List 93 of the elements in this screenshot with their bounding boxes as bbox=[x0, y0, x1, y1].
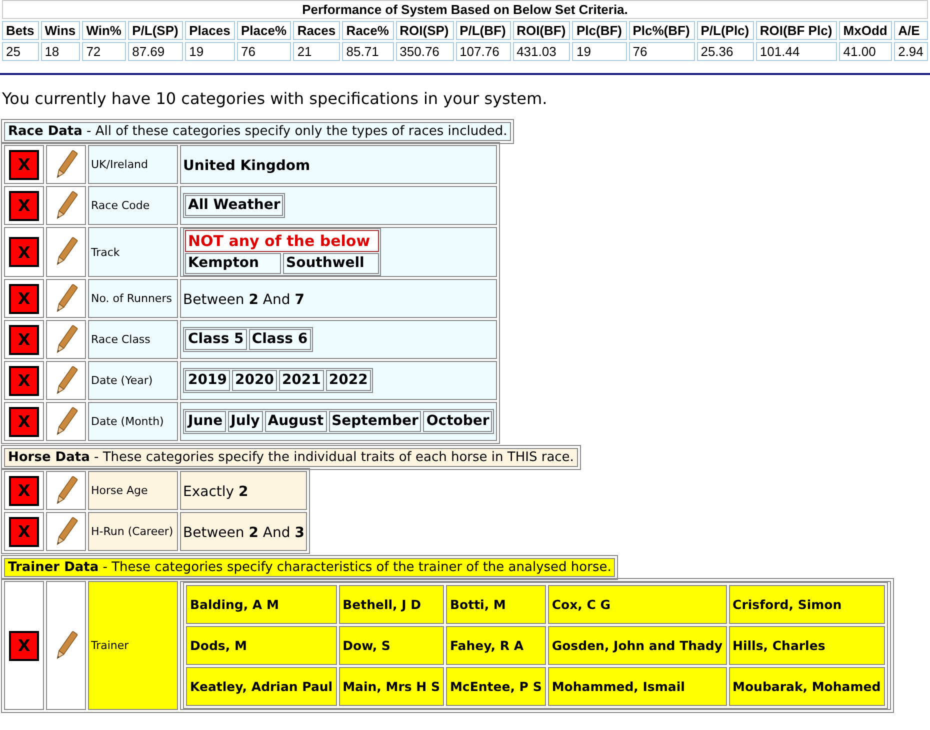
trainer-name: Cox, C G bbox=[548, 585, 727, 624]
section-header: Horse Data - These categories specify the individual traits of each horse in THIS race. bbox=[4, 448, 578, 467]
value-tag: All Weather bbox=[185, 195, 284, 216]
column-header: MxOdd bbox=[839, 21, 892, 40]
delete-button[interactable]: X bbox=[9, 516, 39, 546]
category-value: United Kingdom bbox=[183, 158, 310, 174]
column-header: Plc(BF) bbox=[572, 21, 627, 40]
trainer-name: Mohammed, Ismail bbox=[548, 667, 727, 706]
column-header: Bets bbox=[2, 21, 39, 40]
section-header: Race Data - All of these categories specify only the types of races included. bbox=[4, 122, 512, 141]
trainer-name: Gosden, John and Thady bbox=[548, 626, 727, 665]
delete-button[interactable]: X bbox=[9, 476, 39, 506]
table-cell: 101.44 bbox=[756, 42, 838, 61]
category-value: Between 2 And 7 bbox=[183, 292, 304, 308]
value-tag: 2021 bbox=[278, 370, 324, 391]
table-cell: 76 bbox=[628, 42, 695, 61]
table-cell: 2.94 bbox=[894, 42, 928, 61]
table-cell: 25 bbox=[2, 42, 39, 61]
table-cell: 72 bbox=[82, 42, 126, 61]
category-label: H-Run (Career) bbox=[88, 512, 178, 551]
trainer-name: Dods, M bbox=[186, 626, 337, 665]
table-cell: 85.71 bbox=[342, 42, 394, 61]
table-cell: 18 bbox=[40, 42, 80, 61]
section-header: Trainer Data - These categories specify characteristics of the trainer of the analysed horse. bbox=[4, 558, 616, 577]
column-header: Win% bbox=[82, 21, 126, 40]
category-label: Race Class bbox=[88, 320, 178, 359]
column-header: Races bbox=[293, 21, 340, 40]
table-cell: 87.69 bbox=[128, 42, 184, 61]
value-tag: Class 6 bbox=[248, 329, 311, 350]
column-header: P/L(Plc) bbox=[696, 21, 754, 40]
trainer-name: Keatley, Adrian Paul bbox=[186, 667, 337, 706]
delete-button[interactable]: X bbox=[9, 324, 39, 354]
trainer-name: Moubarak, Mohamed bbox=[728, 667, 885, 706]
category-label: Date (Year) bbox=[88, 361, 178, 400]
category-label: Race Code bbox=[88, 186, 178, 225]
trainer-name: Hills, Charles bbox=[728, 626, 885, 665]
column-header: Wins bbox=[40, 21, 80, 40]
trainer-name: Dow, S bbox=[338, 626, 444, 665]
category-value: Between 2 And 3 bbox=[183, 525, 304, 541]
delete-button[interactable]: X bbox=[9, 284, 39, 314]
trainer-name: Botti, M bbox=[446, 585, 546, 624]
delete-button[interactable]: X bbox=[9, 150, 39, 180]
delete-button[interactable]: X bbox=[9, 406, 39, 436]
summary-text: You currently have 10 categories with specifications in your system. bbox=[2, 89, 548, 108]
column-header: Plc%(BF) bbox=[628, 21, 695, 40]
value-tag: October bbox=[423, 411, 492, 432]
trainer-name: McEntee, P S bbox=[446, 667, 546, 706]
column-header: Race% bbox=[342, 21, 394, 40]
table-cell: 350.76 bbox=[396, 42, 454, 61]
category-label: UK/Ireland bbox=[88, 145, 178, 184]
value-tag: Class 5 bbox=[185, 329, 247, 350]
table-cell: 25.36 bbox=[696, 42, 754, 61]
value-tag: July bbox=[228, 411, 263, 432]
category-value: Exactly 2 bbox=[183, 484, 248, 500]
table-cell: 19 bbox=[185, 42, 235, 61]
column-header: ROI(SP) bbox=[396, 21, 454, 40]
category-label: Horse Age bbox=[88, 471, 178, 510]
table-cell: 19 bbox=[572, 42, 627, 61]
value-tag: 2020 bbox=[232, 370, 277, 391]
trainer-name: Main, Mrs H S bbox=[338, 667, 444, 706]
delete-button[interactable]: X bbox=[9, 190, 39, 220]
trainer-name: Crisford, Simon bbox=[728, 585, 885, 624]
column-header: P/L(BF) bbox=[456, 21, 511, 40]
table-cell: 431.03 bbox=[512, 42, 570, 61]
table-cell: 21 bbox=[293, 42, 340, 61]
column-header: ROI(BF) bbox=[512, 21, 570, 40]
value-tag: Southwell bbox=[283, 253, 379, 274]
table-title: Performance of System Based on Below Set Criteria. bbox=[2, 0, 928, 19]
category-label: No. of Runners bbox=[88, 279, 178, 318]
value-tag: June bbox=[185, 411, 226, 432]
trainer-name: Balding, A M bbox=[186, 585, 337, 624]
category-label: Date (Month) bbox=[88, 402, 178, 441]
column-header: Places bbox=[185, 21, 235, 40]
trainer-name: Fahey, R A bbox=[446, 626, 546, 665]
category-label: Trainer bbox=[88, 581, 178, 710]
delete-button[interactable]: X bbox=[9, 366, 39, 396]
value-tag: Kempton bbox=[185, 253, 281, 274]
value-tag: September bbox=[328, 411, 422, 432]
trainer-name: Bethell, J D bbox=[338, 585, 444, 624]
value-tag: 2022 bbox=[326, 370, 371, 391]
table-cell: 76 bbox=[237, 42, 292, 61]
value-tag: August bbox=[264, 411, 327, 432]
table-cell: 41.00 bbox=[839, 42, 892, 61]
exclusion-note: NOT any of the below bbox=[185, 230, 379, 252]
value-tag: 2019 bbox=[185, 370, 230, 391]
delete-button[interactable]: X bbox=[9, 237, 39, 267]
column-header: A/E bbox=[894, 21, 928, 40]
column-header: P/L(SP) bbox=[128, 21, 184, 40]
column-header: ROI(BF Plc) bbox=[756, 21, 838, 40]
delete-button[interactable]: X bbox=[9, 630, 39, 660]
table-cell: 107.76 bbox=[456, 42, 511, 61]
column-header: Place% bbox=[237, 21, 292, 40]
category-label: Track bbox=[88, 227, 178, 277]
